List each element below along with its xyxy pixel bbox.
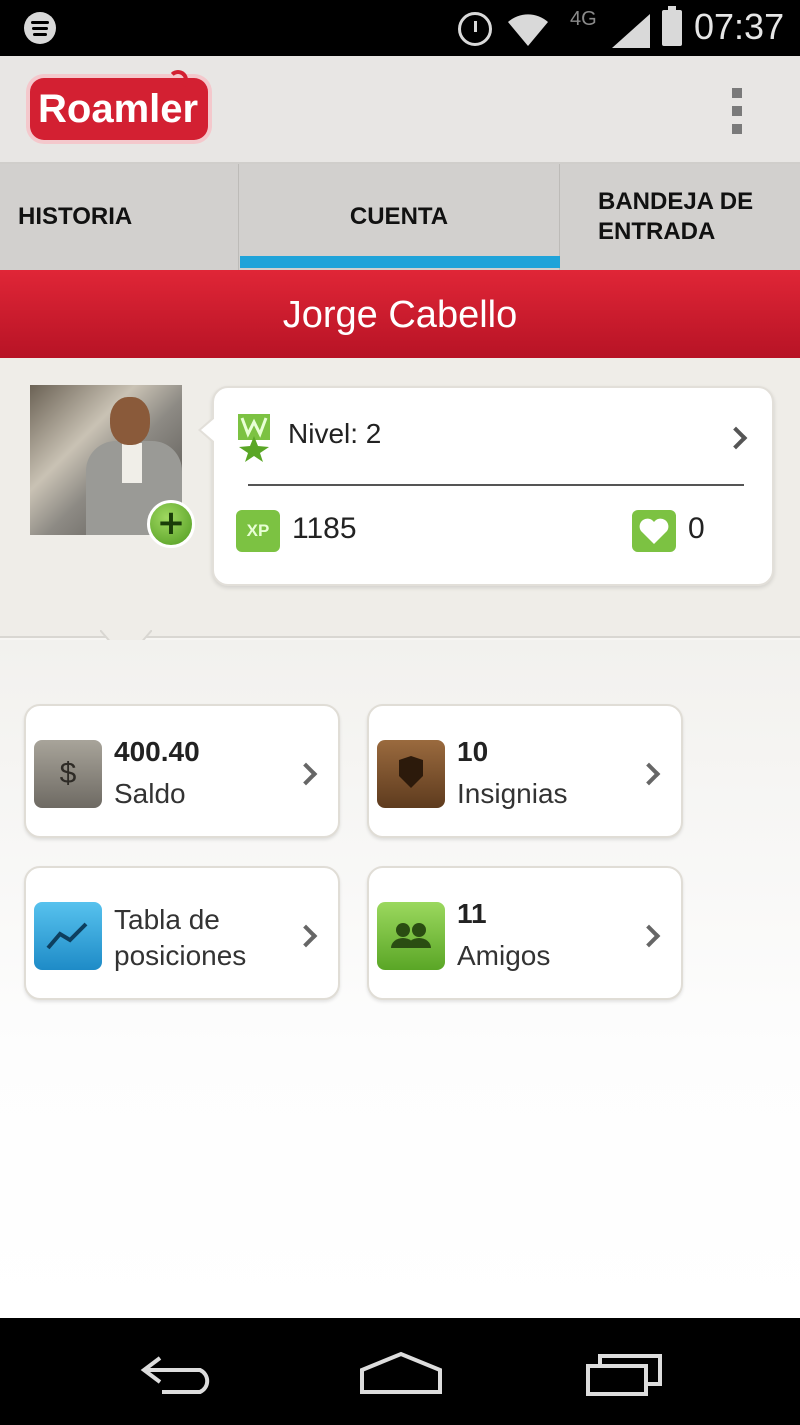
- wifi-icon: [508, 14, 548, 46]
- overflow-menu-icon[interactable]: [726, 84, 748, 138]
- logo-wave-icon: [168, 70, 188, 90]
- xp-value: 1185: [292, 512, 357, 545]
- amigos-tile[interactable]: 11 Amigos: [367, 866, 683, 1000]
- signal-icon: [612, 14, 650, 48]
- level-chevron-icon[interactable]: [724, 426, 748, 450]
- badge-icon: [377, 740, 445, 808]
- level-star-icon: [238, 414, 270, 462]
- network-type-label: 4G: [570, 8, 597, 30]
- alarm-icon: [458, 12, 492, 46]
- tab-cuenta[interactable]: CUENTA: [238, 164, 560, 270]
- insignias-label: Insignias: [457, 778, 568, 809]
- friends-icon: [377, 902, 445, 970]
- chevron-right-icon: [294, 762, 318, 786]
- amigos-value: 11: [457, 898, 487, 929]
- home-icon[interactable]: [358, 1350, 444, 1396]
- chevron-right-icon: [637, 924, 661, 948]
- app-bar: Roamler: [0, 56, 800, 164]
- insignias-tile[interactable]: 10 Insignias: [367, 704, 683, 838]
- leaderboard-tile[interactable]: Tabla de posiciones: [24, 866, 340, 1000]
- status-clock: 07:37: [694, 6, 785, 47]
- selected-tab-indicator: [240, 256, 560, 268]
- chart-icon: [34, 902, 102, 970]
- chevron-right-icon: [637, 762, 661, 786]
- tab-bandeja-de-entrada[interactable]: BANDEJA DE ENTRADA: [560, 164, 800, 270]
- saldo-value: 400.40: [114, 736, 200, 767]
- tab-bar: HISTORIA CUENTA BANDEJA DE ENTRADA: [0, 164, 800, 270]
- level-label[interactable]: Nivel: 2: [288, 418, 381, 450]
- recents-icon[interactable]: [584, 1352, 664, 1396]
- tab-historia[interactable]: HISTORIA: [0, 164, 238, 270]
- spotify-icon: [24, 12, 56, 44]
- heart-icon: [632, 510, 676, 552]
- dollar-icon: $: [34, 740, 102, 808]
- user-name-banner: Jorge Cabello: [0, 270, 800, 358]
- saldo-label: Saldo: [114, 778, 186, 809]
- status-bar: 4G 07:37: [0, 0, 800, 56]
- system-nav-bar: [0, 1318, 800, 1425]
- battery-icon: [662, 6, 682, 46]
- leaderboard-label: Tabla de posiciones: [114, 904, 247, 971]
- likes-value: 0: [688, 512, 705, 545]
- amigos-label: Amigos: [457, 940, 551, 971]
- stats-card: Nivel: 2 XP 1185 0: [198, 386, 774, 586]
- insignias-value: 10: [457, 736, 489, 767]
- add-photo-button[interactable]: +: [147, 500, 195, 548]
- stats-divider: [248, 484, 744, 486]
- saldo-tile[interactable]: $ 400.40 Saldo: [24, 704, 340, 838]
- back-icon[interactable]: [138, 1352, 218, 1396]
- chevron-right-icon: [294, 924, 318, 948]
- xp-icon: XP: [236, 510, 280, 552]
